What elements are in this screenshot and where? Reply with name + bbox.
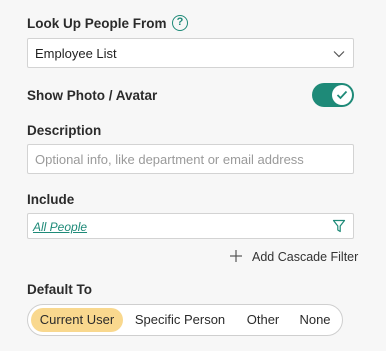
include-filter-box[interactable]: All People [27,213,354,239]
chevron-down-icon [333,51,345,58]
default-to-label: Default To [27,282,92,297]
segment-specific-person[interactable]: Specific Person [128,308,232,332]
cascade-filter-label: Add Cascade Filter [252,250,359,264]
toggle-knob [332,85,352,105]
lookup-source-select[interactable]: Employee List [27,38,354,68]
default-to-segmented-control: Current User Specific Person Other None [27,304,343,336]
description-label: Description [27,123,102,138]
description-input[interactable]: Optional info, like department or email … [27,144,354,174]
lookup-label: Look Up People From [27,16,167,31]
include-label: Include [27,192,75,207]
segment-current-user[interactable]: Current User [31,308,123,332]
description-placeholder: Optional info, like department or email … [35,152,304,167]
funnel-icon[interactable] [332,219,346,233]
plus-icon [230,250,242,262]
photo-toggle[interactable] [312,83,354,107]
question-circle-icon[interactable]: ? [172,15,188,31]
all-people-link[interactable]: All People [33,220,87,234]
photo-label: Show Photo / Avatar [27,88,158,103]
segment-other[interactable]: Other [238,308,288,332]
checkmark-icon [336,90,348,100]
lookup-source-value: Employee List [35,46,117,61]
segment-none[interactable]: None [293,308,337,332]
